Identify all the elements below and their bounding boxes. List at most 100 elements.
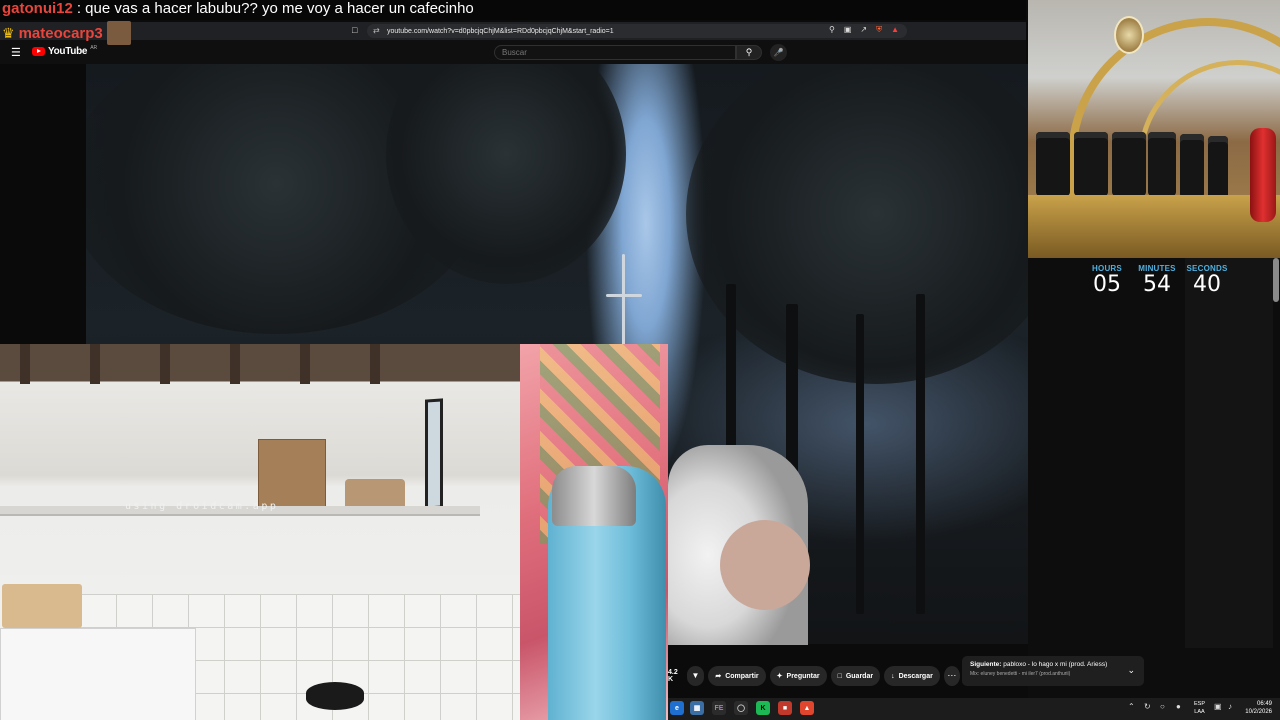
download-button[interactable]: ↓ Descargar — [884, 666, 940, 686]
site-info-icon[interactable]: ⇄ — [373, 26, 380, 35]
volume-icon[interactable]: ♪ — [1228, 702, 1232, 711]
up-next-title: pabloxo - lo hago x mi (prod. Ariess) — [1003, 661, 1108, 668]
youtube-header: ☰ YouTube AR Buscar ⚲ 🎤 — [0, 40, 1026, 64]
ask-button[interactable]: ✦ Preguntar — [769, 666, 827, 686]
bench-seat — [1148, 132, 1176, 196]
video-actions: 4.2 K ▼ ➦ Compartir ✦ Preguntar □ Guarda… — [668, 664, 960, 688]
timer-minutes-value: 54 — [1143, 272, 1171, 297]
microphone-icon[interactable]: ● — [1176, 702, 1181, 711]
sidebar-panel — [1185, 258, 1273, 648]
sparkle-icon: ✦ — [776, 673, 783, 680]
search-icon: ⚲ — [745, 47, 753, 57]
bench-overlay-image — [1028, 0, 1280, 258]
chat-message: gatonui12 : que vas a hacer labubu?? yo … — [0, 0, 1026, 20]
ceiling-beam — [300, 344, 310, 384]
browser-toolbar: □ ⇄ youtube.com/watch?v=d0pbcjqChjM&list… — [0, 22, 1026, 40]
bookmark-icon[interactable]: □ — [352, 25, 357, 35]
kick-icon[interactable]: K — [756, 701, 770, 715]
ceiling-beam — [160, 344, 170, 384]
tree-trunk — [856, 314, 864, 614]
cross-bar — [606, 294, 642, 297]
up-next-label: Siguiente: — [970, 661, 1002, 668]
download-icon: ↓ — [891, 672, 895, 680]
like-count[interactable]: 4.2 K — [668, 669, 683, 683]
url-text: youtube.com/watch?v=d0pbcjqChjM&list=RDd… — [387, 27, 614, 35]
timer-seconds: SECONDS 40 — [1187, 264, 1228, 297]
share-arrow-icon: ➦ — [715, 673, 722, 680]
refresh-icon[interactable]: ↻ — [1144, 702, 1151, 711]
github-icon[interactable]: ◯ — [734, 701, 748, 715]
bench-seat — [1180, 134, 1204, 198]
share-label: Compartir — [725, 672, 759, 680]
fridge — [0, 628, 196, 720]
edge-icon[interactable]: e — [670, 701, 684, 715]
taskbar: e ▦ FE ◯ K ■ ▲ ⌃ ↻ ○ ● ESP LAA ▣ ♪ 06:49… — [668, 698, 1280, 720]
youtube-logo[interactable]: YouTube AR — [32, 45, 97, 57]
up-next-card[interactable]: Siguiente: pabloxo - lo hago x mi (prod.… — [962, 656, 1144, 686]
ceiling-beam — [230, 344, 240, 384]
countdown-timer: HOURS 05 MINUTES 54 SECONDS 40 — [1088, 264, 1228, 297]
save-label: Guardar — [845, 672, 874, 680]
language-code: ESP — [1194, 701, 1206, 707]
droidcam-watermark: using droidcam.app — [125, 501, 279, 512]
network-icon[interactable]: ○ — [1160, 702, 1165, 711]
voice-search-button[interactable]: 🎤 — [770, 44, 787, 61]
tree-trunk — [916, 294, 925, 614]
chat-message-text: : que vas a hacer labubu?? yo me voy a h… — [76, 0, 474, 17]
person-arm — [720, 520, 810, 610]
timer-minutes: MINUTES 54 — [1138, 264, 1176, 297]
ceiling-beam — [90, 344, 100, 384]
brave-icon[interactable]: ▲ — [800, 701, 814, 715]
chevron-down-icon[interactable]: ⌄ — [1127, 665, 1135, 676]
share-button[interactable]: ➦ Compartir — [708, 666, 766, 686]
thermos-cap — [552, 466, 636, 526]
ask-label: Preguntar — [786, 672, 820, 680]
dislike-button[interactable]: ▼ — [686, 666, 705, 686]
club-emblem — [1114, 16, 1144, 54]
cross-pole — [622, 254, 625, 354]
youtube-logo-text: YouTube — [48, 46, 88, 57]
language-indicator[interactable]: ESP LAA — [1194, 700, 1205, 716]
up-next-title-row: Siguiente: pabloxo - lo hago x mi (prod.… — [970, 661, 1136, 668]
download-label: Descargar — [898, 672, 933, 680]
more-actions-button[interactable]: ⋯ — [943, 666, 960, 686]
save-button[interactable]: □ Guardar — [830, 666, 881, 686]
ceiling-beam — [20, 344, 30, 384]
rewards-icon[interactable]: ▲ — [891, 25, 899, 35]
webcam-feed: using droidcam.app — [0, 344, 668, 720]
keyboard-layout: LAA — [1194, 709, 1205, 715]
up-next-subtitle: Mix: eluney benedetti - mi iler7 (prod.a… — [970, 671, 1071, 677]
zoom-icon[interactable]: ⚲ — [829, 25, 835, 35]
share-icon[interactable]: ↗ — [860, 25, 867, 35]
timer-seconds-value: 40 — [1193, 272, 1221, 297]
youtube-play-icon — [32, 47, 45, 56]
media-app-icon[interactable]: ■ — [778, 701, 792, 715]
display-icon[interactable]: ▣ — [1214, 702, 1222, 711]
thumbs-down-icon: ▼ — [691, 671, 700, 680]
clock-date: 10/2/2026 — [1245, 709, 1272, 715]
bench-seat — [1074, 132, 1108, 196]
more-icon: ⋯ — [947, 670, 957, 680]
scrollbar[interactable] — [1273, 258, 1279, 302]
window — [425, 398, 443, 510]
cast-icon[interactable]: ▣ — [844, 25, 852, 35]
shield-icon[interactable]: ⛨ — [876, 25, 882, 35]
chevron-up-icon[interactable]: ⌃ — [1128, 702, 1135, 711]
address-bar[interactable]: ⇄ youtube.com/watch?v=d0pbcjqChjM&list=R… — [367, 24, 907, 38]
crown-icon: ♛ — [2, 24, 15, 41]
chat-avatar — [106, 21, 131, 45]
bookmark-save-icon: □ — [837, 672, 842, 680]
bench-seat — [1208, 136, 1228, 200]
cooking-pot — [306, 682, 364, 710]
system-clock[interactable]: 06:49 10/2/2026 — [1245, 700, 1272, 716]
search-input[interactable]: Buscar — [494, 45, 736, 60]
calculator-icon[interactable]: ▦ — [690, 701, 704, 715]
mic-icon: 🎤 — [773, 48, 784, 57]
chat-message: ♛ mateocarp3 — [0, 20, 150, 46]
fe-app-icon[interactable]: FE — [712, 701, 726, 715]
clock-time: 06:49 — [1256, 701, 1272, 707]
search-button[interactable]: ⚲ — [736, 45, 762, 60]
menu-icon[interactable]: ☰ — [11, 46, 21, 59]
chat-username: gatonui12 — [2, 0, 73, 17]
left-black-strip — [0, 64, 86, 344]
